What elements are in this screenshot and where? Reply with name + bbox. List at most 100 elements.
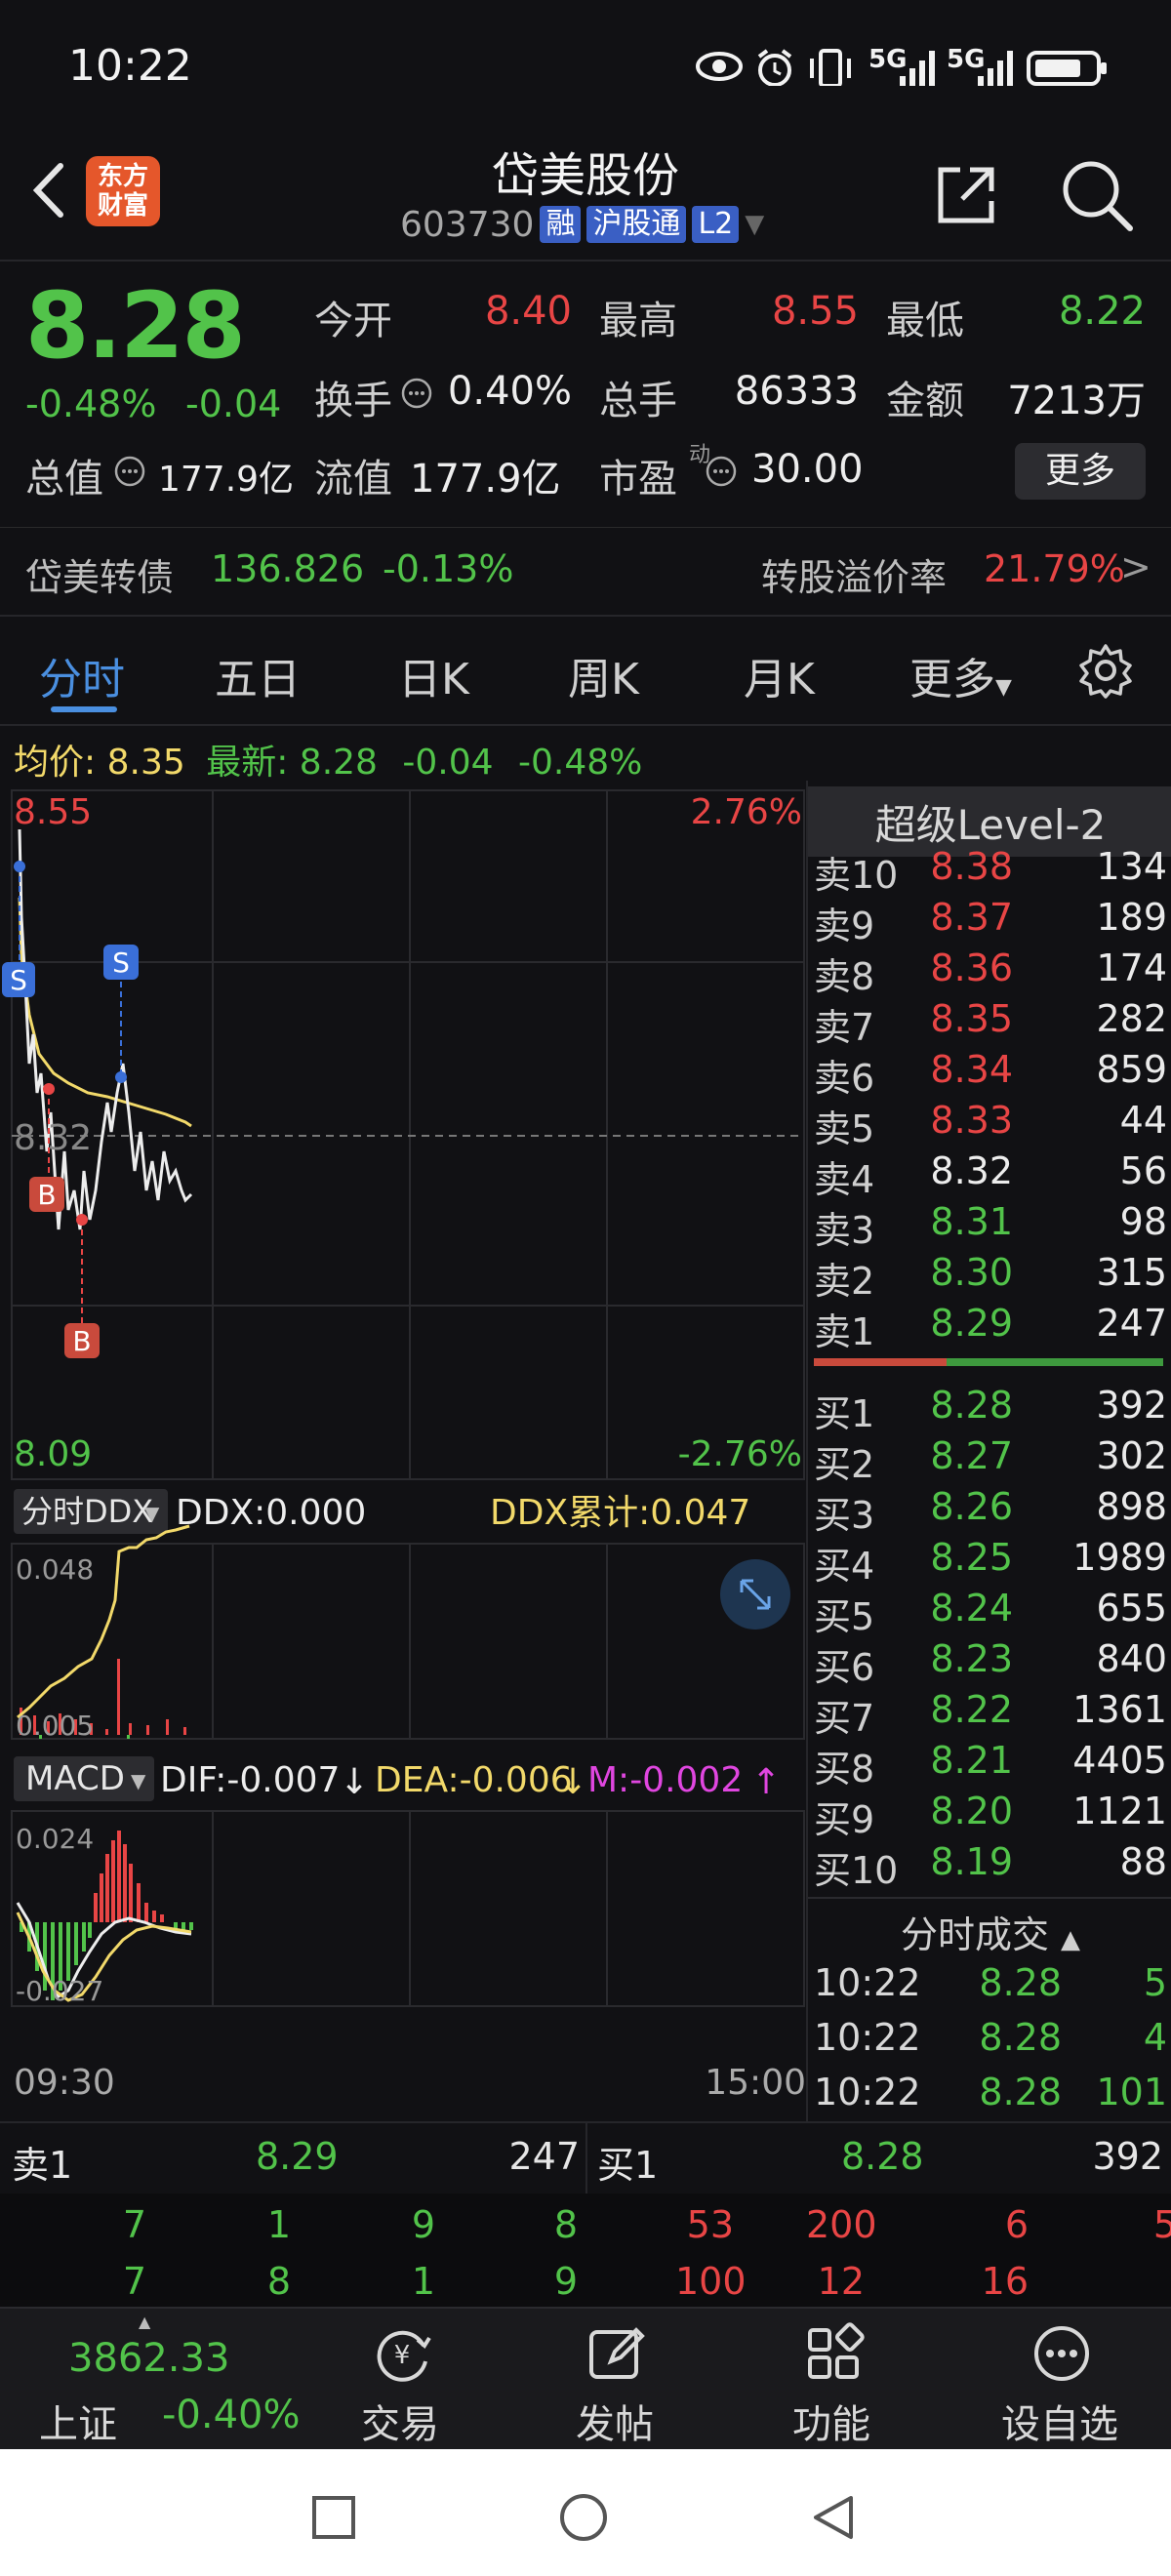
info-icon-3[interactable] [705,455,738,488]
ask-row[interactable]: 卖3 8.31 98 [814,1200,1171,1252]
cb-name: 岱美转债 [25,556,175,599]
avg-value: 8.35 [106,743,185,783]
info-icon[interactable] [400,377,433,410]
order-level-label: 卖6 [814,1057,875,1100]
trades-title: 分时成交 [900,1913,1049,1956]
order-level-label: 买5 [814,1595,875,1638]
tag-l2: L2 [692,206,740,243]
share-icon[interactable] [927,156,1005,234]
order-volume: 88 [1119,1840,1167,1883]
turnover-label: 换手 [314,379,392,423]
bid-row[interactable]: 买1 8.28 392 [814,1384,1171,1435]
open-value: 8.40 [484,289,572,334]
arrow-down-icon-2: ↓ [558,1762,587,1802]
ask-row[interactable]: 卖5 8.33 44 [814,1099,1171,1150]
arrow-down-icon: ↓ [340,1762,369,1802]
bid1-volume: 392 [1092,2135,1163,2178]
order-volume: 315 [1096,1251,1167,1294]
status-time: 10:22 [68,41,192,91]
alarm-icon [757,49,792,86]
more-button[interactable]: 更多 [1015,443,1146,500]
order-price: 8.33 [930,1099,1013,1142]
latest-percent: -0.48% [518,743,643,783]
tab-monthly-k[interactable]: 月K [744,644,815,706]
bid-row[interactable]: 买2 8.27 302 [814,1434,1171,1486]
ddx-selector-label: 分时DDX [21,1493,153,1530]
ask-row[interactable]: 卖10 8.38 134 [814,845,1171,897]
bid-row[interactable]: 买9 8.20 1121 [814,1790,1171,1841]
tab-more[interactable]: 更多▼ [909,644,1012,706]
tab-weekly-k[interactable]: 周K [568,644,639,706]
order-price: 8.19 [930,1840,1013,1883]
bid-row[interactable]: 买4 8.25 1989 [814,1536,1171,1588]
ask-row[interactable]: 卖6 8.34 859 [814,1048,1171,1100]
convertible-row[interactable]: 岱美转债 136.826 -0.13% 转股溢价率 21.79% > [0,527,1171,615]
ask-row[interactable]: 卖1 8.29 247 [814,1302,1171,1353]
order-price: 8.27 [930,1434,1013,1477]
nav-add-watchlist[interactable]: 设自选 [962,2309,1157,2451]
vibrate-icon [810,49,851,86]
order-level-label: 卖3 [814,1209,875,1252]
back-triangle-icon[interactable] [808,2492,859,2543]
order-volume: 134 [1096,845,1167,888]
order-price: 8.31 [930,1200,1013,1243]
order-volume: 840 [1096,1637,1167,1680]
order-price: 8.28 [930,1384,1013,1427]
settings-gear-icon[interactable] [1077,642,1134,699]
pe-label: 市盈 [599,457,677,502]
chart-tabs: 分时 五日 日K 周K 月K 更多▼ [0,617,1171,724]
latest-value: 8.28 [299,743,378,783]
amount-label: 金额 [886,379,964,423]
info-icon-2[interactable] [113,455,146,488]
home-circle-icon[interactable] [558,2492,609,2543]
chevron-down-icon[interactable]: ▼ [745,210,764,239]
macd-dif: DIF:-0.007 [160,1760,340,1800]
current-price: 8.28 [25,273,246,380]
search-icon[interactable] [1058,156,1136,234]
index-change: -0.40% [162,2393,301,2437]
tab-five-day[interactable]: 五日 [215,644,301,706]
order-price: 8.36 [930,946,1013,989]
top-price-label: 8.55 [14,792,92,832]
bid-row[interactable]: 买5 8.24 655 [814,1587,1171,1638]
prev-close-label: 8.32 [14,1118,92,1158]
bid-row[interactable]: 买6 8.23 840 [814,1637,1171,1689]
order-level-label: 买2 [814,1443,875,1486]
trade-time: 10:22 [814,1961,921,2004]
index-ticker[interactable]: ▲ 3862.33 上证 -0.40% [0,2309,312,2451]
bid-row[interactable]: 买8 8.21 4405 [814,1739,1171,1791]
order-price: 8.37 [930,896,1013,939]
nav-post[interactable]: 发帖 [517,2309,712,2451]
order-volume: 302 [1096,1434,1167,1477]
ask-row[interactable]: 卖8 8.36 174 [814,946,1171,998]
trades-header[interactable]: 分时成交 ▲ [810,1905,1171,1958]
ask-row[interactable]: 卖2 8.30 315 [814,1251,1171,1303]
trade-volume: 4 [1143,2016,1167,2059]
ask-row[interactable]: 卖7 8.35 282 [814,997,1171,1049]
intraday-summary: 均价: 8.35 最新: 8.28 -0.04 -0.48% [14,734,642,785]
ask-row[interactable]: 卖9 8.37 189 [814,896,1171,947]
order-volume: 282 [1096,997,1167,1040]
nav-trade[interactable]: ¥ 交易 [303,2309,498,2451]
order-price: 8.24 [930,1587,1013,1630]
active-tab-indicator [51,706,117,712]
turnover-value: 0.40% [447,369,572,414]
intraday-chart[interactable]: S S B B 8.55 2.76% 8.32 8.09 -2.76% 分时DD… [0,781,810,2121]
ask-row[interactable]: 卖4 8.32 56 [814,1149,1171,1201]
queue-cell: 7 [122,2260,146,2303]
nav-functions[interactable]: 功能 [734,2309,929,2451]
recents-square-icon[interactable] [310,2494,357,2541]
tab-intraday[interactable]: 分时 [39,644,125,706]
bid-row[interactable]: 买10 8.19 88 [814,1840,1171,1892]
order-level-label: 买6 [814,1646,875,1689]
order-volume: 859 [1096,1048,1167,1091]
bottom-nav: ▲ 3862.33 上证 -0.40% ¥ 交易 发帖 功能 设自选 [0,2307,1171,2449]
order-level-label: 卖7 [814,1006,875,1049]
bid-row[interactable]: 买3 8.26 898 [814,1485,1171,1537]
float-value: 177.9亿 [410,457,561,502]
order-price: 8.20 [930,1790,1013,1832]
tab-daily-k[interactable]: 日K [398,644,469,706]
bid-row[interactable]: 买7 8.22 1361 [814,1688,1171,1740]
level2-title: 超级Level-2 [874,801,1107,849]
tag-connect: 沪股通 [586,206,687,243]
